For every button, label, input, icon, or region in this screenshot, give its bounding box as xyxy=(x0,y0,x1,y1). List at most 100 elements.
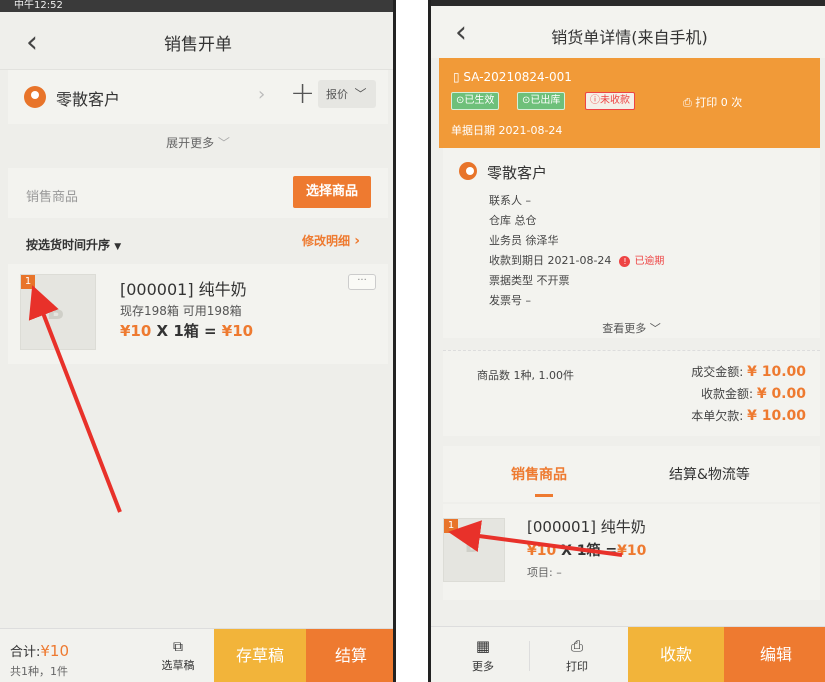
customer-row[interactable]: 零散客户 › + 报价 ﹀ xyxy=(8,70,388,124)
due-date-line: 收款到期日 2021-08-24! 已逾期 xyxy=(489,252,664,268)
line-total: ¥10 xyxy=(221,322,254,340)
chevron-down-icon: ﹀ xyxy=(649,322,661,335)
total-count: 共1种，1件 xyxy=(10,665,68,678)
total-amount: 合计:¥10 xyxy=(10,641,69,660)
edit-button[interactable]: 编辑 xyxy=(724,627,825,682)
screenshot-stage: 中午12:52 ‹ 销售开单 零散客户 › + 报价 ﹀ 展开更多 ﹀ 销售商品… xyxy=(0,0,825,682)
pick-draft-button[interactable]: ⧉ 选草稿 xyxy=(156,639,200,673)
goods-count: 商品数 1种, 1.00件 xyxy=(477,369,574,382)
line-item[interactable]: 1 ъ [000001] 纯牛奶 现存198箱 可用198箱 ¥10 X 1箱 … xyxy=(8,264,388,364)
received-label: 收款金额: xyxy=(700,387,753,401)
page-title: 销货单详情(来自手机) xyxy=(551,28,708,47)
overdue-text: 已逾期 xyxy=(634,256,665,267)
badge-text: 已生效 xyxy=(464,95,495,106)
order-header-banner: ▯ SA-20210824-001 ⊙已生效 ⊙已出库 ⓘ未收款 ⎙ 打印 0 … xyxy=(439,58,820,148)
draft-icon: ⧉ xyxy=(173,639,183,655)
tab-settlement-logistics[interactable]: 结算&物流等 xyxy=(669,464,750,484)
product-thumbnail: 1 ъ xyxy=(443,518,505,582)
bottom-bar: ▦ 更多 ⎙ 打印 收款 编辑 xyxy=(431,626,825,682)
more-label: 更多 xyxy=(472,660,494,673)
total-value: ¥10 xyxy=(40,642,70,660)
divider xyxy=(529,641,530,671)
unit-price: ¥10 xyxy=(527,543,557,559)
save-draft-button[interactable]: 存草稿 xyxy=(214,629,306,682)
print-button[interactable]: ⎙ 打印 xyxy=(553,637,601,674)
product-stock: 现存198箱 可用198箱 xyxy=(120,304,242,318)
owed-amount: ¥ 10.00 xyxy=(747,408,806,424)
page-title: 销售开单 xyxy=(164,35,232,55)
printer-icon: ⎙ xyxy=(683,96,696,109)
customer-avatar-icon xyxy=(24,86,46,108)
owed-label: 本单欠款: xyxy=(691,409,744,423)
nav-bar: ‹ 销售开单 xyxy=(0,12,393,70)
quantity-text: X 1箱 = xyxy=(556,543,618,559)
item-index-badge: 1 xyxy=(21,275,35,289)
badge-text: 已出库 xyxy=(530,95,561,106)
print-label: 打印 xyxy=(566,660,588,673)
deal-amount: ¥ 10.00 xyxy=(747,364,806,380)
settle-button[interactable]: 结算 xyxy=(306,629,393,682)
project-line: 项目: – xyxy=(527,566,562,579)
line-item[interactable]: 1 ъ [000001] 纯牛奶 ¥10 X 1箱 =¥10 项目: – xyxy=(443,504,820,600)
placeholder-logo-icon: ъ xyxy=(43,293,65,326)
product-name: [000001] 纯牛奶 xyxy=(527,518,646,536)
product-price-line: ¥10 X 1箱 = ¥10 xyxy=(120,320,253,341)
received-amount-row: 收款金额: ¥ 0.00 xyxy=(701,385,806,402)
amount-summary: 商品数 1种, 1.00件 成交金额: ¥ 10.00 收款金额: ¥ 0.00… xyxy=(443,350,820,436)
unit-price: ¥10 xyxy=(120,322,152,340)
add-customer-icon[interactable]: + xyxy=(290,76,315,111)
modify-detail-link[interactable]: 修改明细 › xyxy=(302,232,360,249)
product-price-line: ¥10 X 1箱 =¥10 xyxy=(527,540,646,560)
status-bar-time: 中午12:52 xyxy=(0,0,393,12)
select-goods-button[interactable]: 选择商品 xyxy=(293,176,371,208)
grid-icon: ▦ xyxy=(475,637,491,655)
expand-more-link[interactable]: 展开更多 ﹀ xyxy=(0,134,393,151)
total-label: 合计: xyxy=(10,645,41,660)
tab-sales-goods[interactable]: 销售商品 xyxy=(511,464,567,484)
more-options-icon[interactable]: ··· xyxy=(348,274,376,290)
view-more-link[interactable]: 查看更多 ﹀ xyxy=(443,320,820,336)
modify-detail-label: 修改明细 xyxy=(302,234,351,248)
overdue-icon: ! xyxy=(619,256,631,267)
contact-line: 联系人 – xyxy=(489,194,531,207)
more-button[interactable]: ▦ 更多 xyxy=(459,637,507,674)
detail-tabs: 销售商品 结算&物流等 xyxy=(443,446,820,502)
customer-avatar-icon xyxy=(459,162,477,180)
goods-label: 销售商品 xyxy=(26,190,79,205)
chevron-down-icon: ﹀ xyxy=(217,136,230,150)
document-date: 单据日期 2021-08-24 xyxy=(451,124,563,137)
view-more-label: 查看更多 xyxy=(602,322,647,335)
sort-selector[interactable]: 按选货时间升序 ▼ xyxy=(26,236,121,253)
customer-name: 零散客户 xyxy=(487,164,548,182)
warehouse-line: 仓库 总仓 xyxy=(489,214,537,227)
item-index-badge: 1 xyxy=(444,519,458,533)
status-badge-unpaid: ⓘ未收款 xyxy=(585,92,635,110)
status-badge-effective: ⊙已生效 xyxy=(451,92,500,110)
caret-down-icon: ▼ xyxy=(114,242,122,252)
nav-bar: ‹ 销货单详情(来自手机) xyxy=(431,6,825,58)
sales-order-detail-screen: ‹ 销货单详情(来自手机) ▯ SA-20210824-001 ⊙已生效 ⊙已出… xyxy=(428,0,825,682)
quote-label: 报价 xyxy=(326,88,348,101)
document-icon: ▯ xyxy=(453,70,464,84)
line-total: ¥10 xyxy=(617,543,647,559)
received-amount: ¥ 0.00 xyxy=(756,386,806,402)
collect-payment-button[interactable]: 收款 xyxy=(628,627,724,682)
badge-text: 未收款 xyxy=(600,95,630,106)
document-number-text: SA-20210824-001 xyxy=(463,70,572,84)
deal-amount-row: 成交金额: ¥ 10.00 xyxy=(691,363,806,380)
bottom-bar: 合计:¥10 共1种，1件 ⧉ 选草稿 存草稿 结算 xyxy=(0,628,393,682)
document-number: ▯ SA-20210824-001 xyxy=(453,70,572,84)
expand-more-label: 展开更多 xyxy=(166,136,215,150)
active-tab-indicator xyxy=(535,494,553,497)
goods-section: 销售商品 选择商品 xyxy=(8,168,388,218)
ticket-type-line: 票据类型 不开票 xyxy=(489,274,570,287)
quantity-text: X 1箱 = xyxy=(151,322,222,340)
customer-name: 零散客户 xyxy=(56,90,121,109)
invoice-number-line: 发票号 – xyxy=(489,294,531,307)
product-thumbnail: 1 ъ xyxy=(20,274,96,350)
chevron-right-icon: › xyxy=(354,233,360,249)
deal-amount-label: 成交金额: xyxy=(691,365,744,379)
quote-dropdown[interactable]: 报价 ﹀ xyxy=(318,80,376,108)
customer-info-card: 零散客户 联系人 – 仓库 总仓 业务员 徐泽华 收款到期日 2021-08-2… xyxy=(443,148,820,338)
due-date-text: 收款到期日 2021-08-24 xyxy=(489,254,612,267)
